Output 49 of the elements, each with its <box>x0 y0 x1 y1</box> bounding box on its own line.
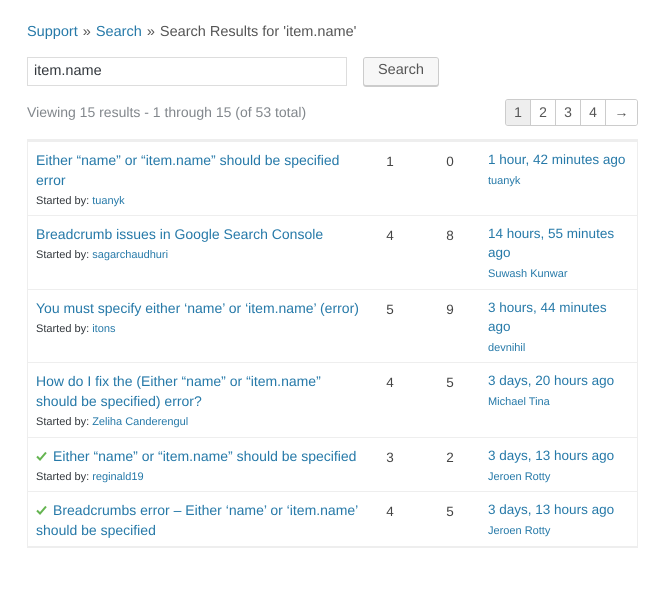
topic-title[interactable]: Either “name” or “item.name” should be specified error <box>36 150 360 190</box>
author-link[interactable]: reginald19 <box>92 468 144 486</box>
voices-count: 4 <box>386 228 394 244</box>
topic-title[interactable]: Either “name” or “item.name” should be specified <box>36 446 360 466</box>
started-by-label: Started by: <box>36 470 90 485</box>
topic-title[interactable]: How do I fix the (Either “name” or “item.name” should be specified) error? <box>36 371 360 412</box>
started-by-label: Started by: <box>36 415 90 430</box>
topic-title[interactable]: Breadcrumb issues in Google Search Console <box>36 224 360 244</box>
posts-count: 5 <box>446 504 454 520</box>
topic-title[interactable]: You must specify either ‘name’ or ‘item.name’ (error) <box>36 298 360 318</box>
freshness-link[interactable]: 3 hours, 44 minutes ago <box>488 298 629 336</box>
voices-count: 1 <box>386 154 394 169</box>
posts-count: 8 <box>446 228 454 244</box>
started-by-label: Started by: <box>36 322 90 337</box>
voices-count: 4 <box>386 375 394 390</box>
freshness-link[interactable]: 1 hour, 42 minutes ago <box>488 150 629 169</box>
last-poster-link[interactable]: Michael Tina <box>488 396 550 408</box>
author-link[interactable]: tuanyk <box>92 192 125 210</box>
breadcrumb-separator: » <box>146 23 155 42</box>
author-link[interactable]: Zeliha Canderengul <box>92 414 188 431</box>
author-link[interactable]: sagarchaudhuri <box>92 247 168 264</box>
last-poster-link[interactable]: tuanyk <box>488 174 520 187</box>
breadcrumb-current: Search Results for 'item.name' <box>160 23 356 42</box>
posts-count: 5 <box>446 375 454 390</box>
freshness-link[interactable]: 3 days, 20 hours ago <box>488 371 629 390</box>
breadcrumb-link[interactable]: Support <box>27 22 78 44</box>
page-link[interactable]: 1 <box>506 100 531 125</box>
posts-count: 9 <box>446 302 454 317</box>
breadcrumb-link[interactable]: Search <box>96 22 142 44</box>
search-field[interactable]: item.name <box>27 56 347 86</box>
voices-count: 3 <box>386 450 394 465</box>
posts-count: 0 <box>446 154 454 169</box>
results-summary: Viewing 15 results - 1 through 15 (of 53 total) <box>27 102 306 122</box>
freshness-link[interactable]: 3 days, 13 hours ago <box>488 500 629 520</box>
author-link[interactable]: itons <box>92 320 116 338</box>
topic-title[interactable]: Breadcrumbs error – Either ‘name’ or ‘item.name’ should be specified <box>36 500 360 540</box>
search-button[interactable]: Search <box>363 56 439 86</box>
started-by-label: Started by: <box>36 194 90 209</box>
last-poster-link[interactable]: Jeroen Rotty <box>488 525 550 538</box>
started-by-label: Started by: <box>36 248 90 264</box>
last-poster-link[interactable]: Jeroen Rotty <box>488 470 550 483</box>
posts-count: 2 <box>446 450 454 465</box>
freshness-link[interactable]: 14 hours, 55 minutes ago <box>488 224 629 262</box>
voices-count: 4 <box>386 504 394 520</box>
breadcrumb-separator: » <box>82 23 91 42</box>
last-poster-link[interactable]: Suwash Kunwar <box>488 268 568 280</box>
last-poster-link[interactable]: devnihil <box>488 342 526 354</box>
voices-count: 5 <box>386 302 394 317</box>
freshness-link[interactable]: 3 days, 13 hours ago <box>488 446 629 465</box>
